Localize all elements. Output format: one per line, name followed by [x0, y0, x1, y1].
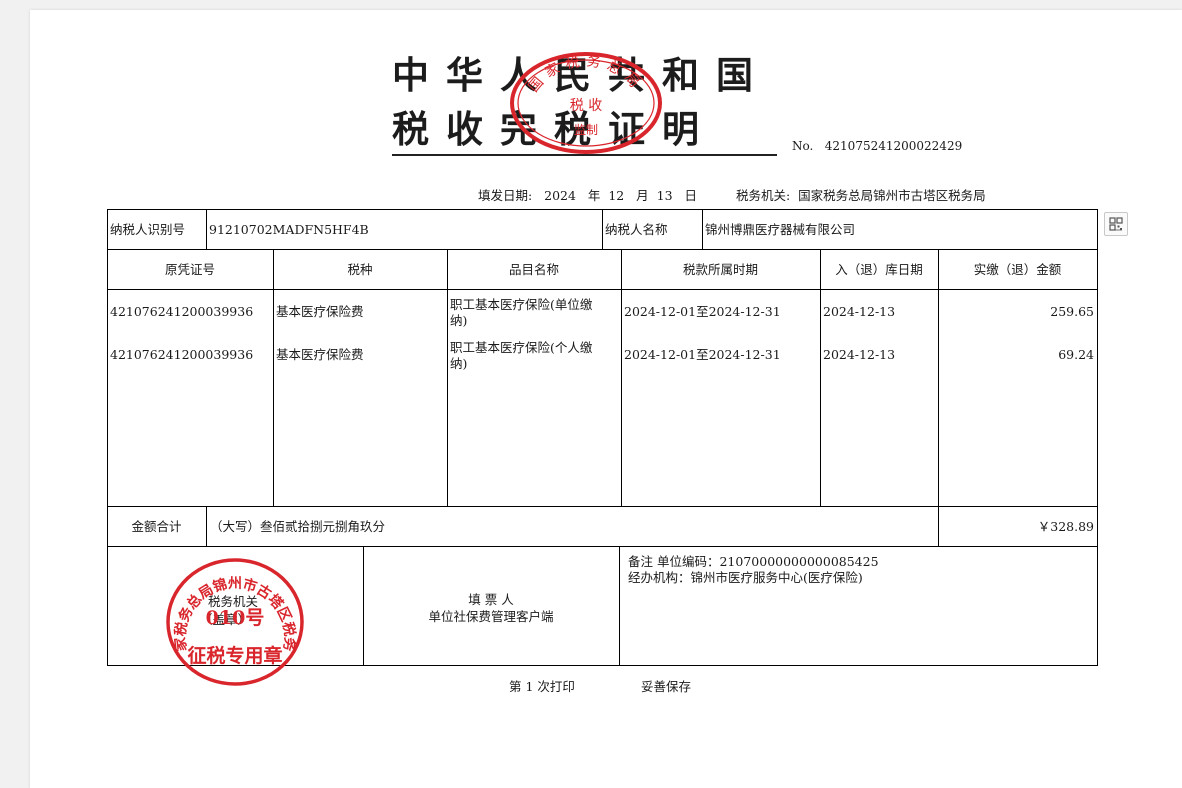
title-line-1: 中华人民共和国 — [392, 54, 770, 97]
header-item-name: 品目名称 — [508, 262, 559, 277]
taxpayer-divider-1 — [206, 209, 207, 249]
remark-line-1: 备注 单位编码：21070000000000085425 — [628, 554, 879, 569]
table-border-bottom — [107, 665, 1098, 666]
table-row-1-tax-type: 基本医疗保险费 — [276, 304, 364, 319]
tax-authority: 税务机关: 国家税务总局锦州市古塔区税务局 — [736, 185, 986, 204]
table-rule-after-header — [107, 289, 1098, 290]
filler-label: 填 票 人 — [468, 592, 514, 607]
print-count: 第 1 次打印 — [509, 679, 575, 694]
keep-note: 妥善保存 — [641, 679, 692, 694]
taxpayer-divider-2 — [602, 209, 603, 249]
table-rule-before-total — [107, 506, 1098, 507]
taxpayer-id-label: 纳税人识别号 — [110, 222, 186, 237]
title-underline — [392, 154, 777, 156]
header-tax-type: 税种 — [347, 262, 373, 277]
remark-line-2: 经办机构：锦州市医疗服务中心(医疗保险) — [628, 570, 863, 585]
column-divider-5 — [938, 249, 939, 546]
qr-code-button[interactable] — [1104, 212, 1128, 236]
total-label: 金额合计 — [131, 519, 182, 534]
table-rule-after-total — [107, 546, 1098, 547]
column-divider-4 — [820, 249, 821, 506]
table-row-1-item-line1: 职工基本医疗保险(单位缴 — [450, 297, 593, 312]
total-amount-words: （大写）叁佰贰拾捌元捌角玖分 — [210, 519, 386, 534]
taxpayer-name-label: 纳税人名称 — [605, 222, 668, 237]
table-row-1-date: 2024-12-13 — [823, 304, 896, 319]
total-divider-1 — [206, 506, 207, 546]
authority-stamp-suffix: （盖章） — [200, 612, 251, 627]
qr-code-icon — [1109, 217, 1123, 231]
filler-value: 单位社保费管理客户端 — [428, 609, 554, 624]
document-number-value: 421075241200022429 — [824, 139, 963, 153]
table-row-1-item-line2: 纳) — [450, 313, 468, 328]
fill-date-month: 12 — [608, 188, 625, 203]
tax-authority-label: 税务机关: — [736, 188, 791, 203]
table-row-1-voucher: 421076241200039936 — [110, 304, 254, 319]
table-row-2-date: 2024-12-13 — [823, 347, 896, 362]
header-storage-date: 入（退）库日期 — [835, 262, 923, 277]
table-row-2-amount: 69.24 — [1058, 347, 1094, 362]
fill-date-day: 13 — [656, 188, 673, 203]
fill-date-year-unit: 年 — [587, 188, 601, 203]
document-number: No. 421075241200022429 — [792, 139, 962, 153]
fill-date-year: 2024 — [544, 188, 576, 203]
title-line-2: 税收完税证明 — [392, 108, 716, 151]
tax-authority-value: 国家税务总局锦州市古塔区税务局 — [798, 188, 986, 203]
fill-date: 填发日期: 2024 年 12 月 13 日 — [478, 185, 697, 204]
authority-stamp-label: 税务机关 — [208, 594, 259, 609]
table-rule-after-taxpayer — [107, 249, 1098, 250]
table-row-2-tax-type: 基本医疗保险费 — [276, 347, 364, 362]
taxpayer-name-value: 锦州博鼎医疗器械有限公司 — [705, 222, 856, 237]
column-divider-3 — [621, 249, 622, 506]
table-border-right — [1097, 209, 1098, 666]
total-amount: ￥328.89 — [1037, 519, 1094, 534]
table-row-2-period: 2024-12-01至2024-12-31 — [624, 347, 781, 362]
table-row-2-voucher: 421076241200039936 — [110, 347, 254, 362]
fill-date-day-unit: 日 — [684, 188, 697, 203]
taxpayer-id-value: 91210702MADFN5HF4B — [209, 222, 369, 237]
fill-date-label: 填发日期: — [478, 188, 533, 203]
column-divider-1 — [273, 249, 274, 506]
header-amount: 实缴（退）金额 — [973, 262, 1062, 277]
table-row-1-amount: 259.65 — [1050, 304, 1094, 319]
column-divider-2 — [447, 249, 448, 506]
table-row-2-item-line2: 纳) — [450, 356, 468, 371]
header-voucher: 原凭证号 — [164, 262, 215, 277]
footer-divider-2 — [619, 546, 620, 665]
document-number-label: No. — [792, 139, 814, 153]
table-row-2-item-line1: 职工基本医疗保险(个人缴 — [450, 340, 593, 355]
taxpayer-divider-3 — [702, 209, 703, 249]
table-row-1-period: 2024-12-01至2024-12-31 — [624, 304, 781, 319]
header-period: 税款所属时期 — [682, 262, 758, 277]
fill-date-month-unit: 月 — [636, 188, 649, 203]
